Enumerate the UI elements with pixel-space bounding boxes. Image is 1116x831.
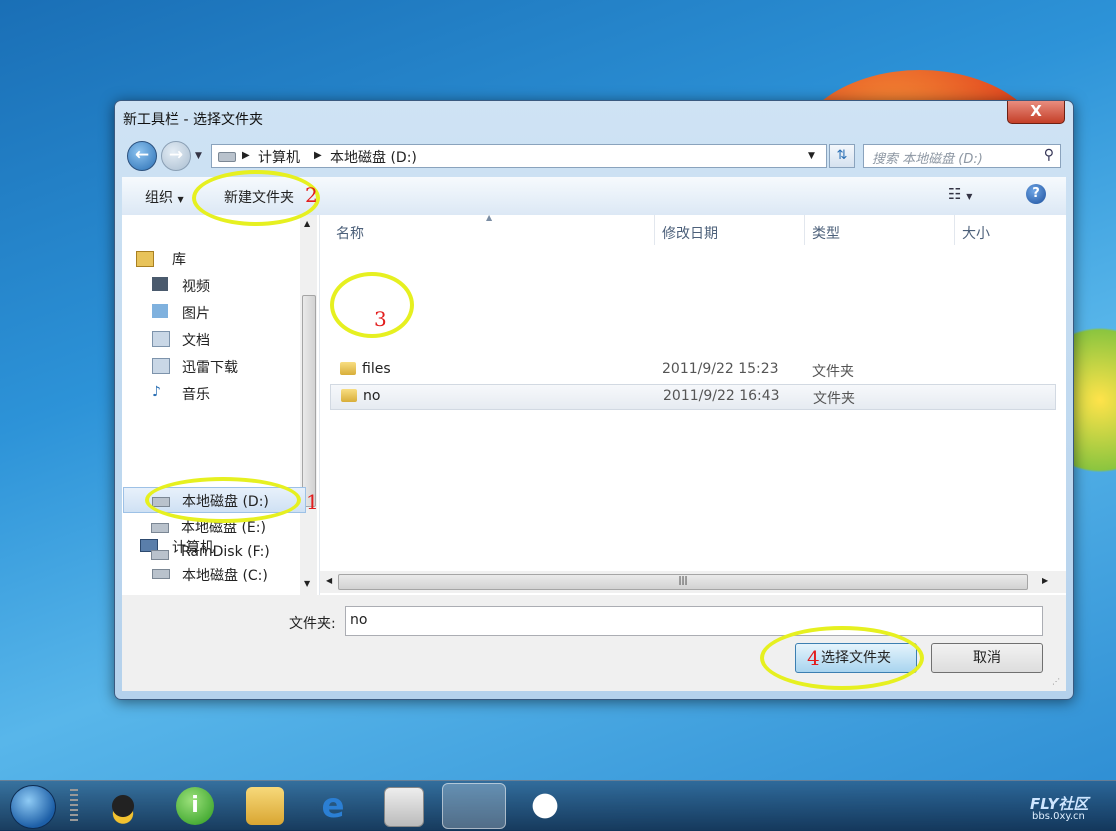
step-number-4: 4 [807, 646, 820, 670]
start-button[interactable] [10, 785, 56, 829]
resize-grip-icon[interactable]: ⋰ [1052, 677, 1060, 686]
highlight-drive-d [145, 477, 301, 523]
breadcrumb-computer[interactable]: 计算机 [258, 147, 300, 167]
chevron-right-icon: ▶ [242, 150, 250, 161]
taskbar-grip-icon [70, 789, 78, 823]
search-placeholder: 搜索 本地磁盘 (D:) [872, 152, 983, 167]
downloads-icon [152, 358, 170, 374]
music-icon: ♪ [152, 384, 161, 400]
column-type[interactable]: 类型 [812, 223, 840, 243]
dialog-footer: 文件夹: no 选择文件夹 取消 ⋰ [122, 595, 1066, 691]
address-dropdown-icon[interactable]: ▼ [808, 151, 815, 161]
taskbar: i e FLY社区 bbs.0xy.cn [0, 780, 1116, 831]
search-icon: ⚲ [1043, 147, 1054, 163]
media-center-icon[interactable] [384, 787, 424, 827]
chevron-right-icon: ▶ [314, 150, 322, 161]
highlight-select-button [760, 626, 924, 690]
cancel-button[interactable]: 取消 [931, 643, 1043, 673]
sidebar-item-video[interactable]: 视频 [182, 276, 210, 296]
internet-explorer-icon[interactable]: e [314, 787, 352, 825]
sort-ascending-icon: ▲ [486, 213, 493, 222]
sidebar-item-documents[interactable]: 文档 [182, 330, 210, 350]
file-date: 2011/9/22 15:23 [662, 361, 779, 377]
list-item[interactable]: files 2011/9/22 15:23 文件夹 [330, 357, 1056, 383]
scroll-right-icon[interactable]: ▶ [1042, 576, 1048, 585]
file-explorer-icon[interactable] [246, 787, 284, 825]
chevron-down-icon: ▼ [177, 195, 184, 204]
fox-app-icon[interactable] [526, 787, 564, 825]
organize-label: 组织 [145, 190, 173, 206]
drive-icon [218, 152, 236, 162]
fly-logo-url: bbs.0xy.cn [1032, 811, 1085, 822]
drive-f-icon [151, 550, 169, 560]
file-date: 2011/9/22 16:43 [663, 388, 780, 404]
view-options-icon[interactable]: ☷ ▼ [948, 185, 972, 203]
file-type: 文件夹 [812, 364, 854, 380]
drive-e-icon [151, 523, 169, 533]
refresh-button[interactable]: ⇅ [829, 144, 855, 168]
window-title: 新工具栏 - 选择文件夹 [123, 112, 263, 128]
back-button[interactable]: ← [127, 141, 157, 171]
active-app-icon[interactable] [442, 783, 506, 829]
sidebar-item-drive-c[interactable]: 本地磁盘 (C:) [182, 565, 268, 585]
scroll-left-icon[interactable]: ◀ [326, 576, 332, 585]
column-divider[interactable] [654, 215, 655, 245]
search-input[interactable]: 搜索 本地磁盘 (D:) ⚲ [863, 144, 1061, 168]
address-bar[interactable]: ▶ 计算机 ▶ 本地磁盘 (D:) ▼ [211, 144, 827, 168]
sidebar-item-music[interactable]: 音乐 [182, 384, 210, 404]
documents-icon [152, 331, 170, 347]
video-icon [152, 277, 168, 291]
horizontal-scrollbar[interactable]: ◀ ||| ▶ [320, 571, 1066, 593]
column-name[interactable]: 名称 [336, 223, 364, 243]
drive-f-label: RamDisk (F:) [181, 544, 270, 560]
scrollbar-thumb[interactable] [302, 295, 316, 507]
info-app-icon[interactable]: i [176, 787, 214, 825]
step-number-3: 3 [374, 307, 387, 331]
highlight-folder-no [330, 272, 414, 338]
hscroll-thumb[interactable]: ||| [338, 574, 1028, 590]
history-dropdown-icon[interactable]: ▼ [195, 151, 202, 161]
close-button[interactable]: X [1007, 101, 1065, 124]
list-item-selected[interactable]: no 2011/9/22 16:43 文件夹 [330, 384, 1056, 410]
column-divider[interactable] [954, 215, 955, 245]
fly-logo: FLY社区 bbs.0xy.cn [992, 783, 1112, 829]
file-name: no [363, 388, 381, 404]
breadcrumb-drive-d[interactable]: 本地磁盘 (D:) [330, 147, 417, 167]
file-name: files [362, 361, 391, 377]
folder-icon [340, 362, 356, 375]
file-type: 文件夹 [813, 391, 855, 407]
help-icon[interactable]: ? [1026, 184, 1046, 204]
sidebar-item-drive-f[interactable]: RamDisk (F:) [123, 542, 306, 566]
scroll-down-icon[interactable]: ▼ [304, 579, 310, 588]
step-number-2: 2 [305, 183, 318, 207]
forward-button[interactable]: → [161, 141, 191, 171]
folder-name-value: no [350, 612, 368, 628]
column-date[interactable]: 修改日期 [662, 223, 718, 243]
library-icon [136, 251, 154, 267]
step-number-1: 1 [306, 490, 319, 514]
sidebar-item-libraries[interactable]: 库 [172, 249, 186, 269]
file-list: 名称 ▲ 修改日期 类型 大小 files 2011/9/22 15:23 文件… [320, 213, 1066, 595]
highlight-new-folder [192, 170, 320, 226]
sidebar-item-pictures[interactable]: 图片 [182, 303, 210, 323]
column-divider[interactable] [804, 215, 805, 245]
qq-icon[interactable] [104, 787, 142, 825]
folder-icon [341, 389, 357, 402]
organize-menu[interactable]: 组织 ▼ [145, 187, 184, 207]
pictures-icon [152, 304, 168, 318]
sidebar-item-downloads[interactable]: 迅雷下载 [182, 357, 238, 377]
drive-c-icon [152, 569, 170, 579]
folder-name-input[interactable]: no [345, 606, 1043, 636]
folder-field-label: 文件夹: [289, 616, 336, 632]
scroll-up-icon[interactable]: ▲ [304, 219, 310, 228]
column-size[interactable]: 大小 [962, 223, 990, 243]
